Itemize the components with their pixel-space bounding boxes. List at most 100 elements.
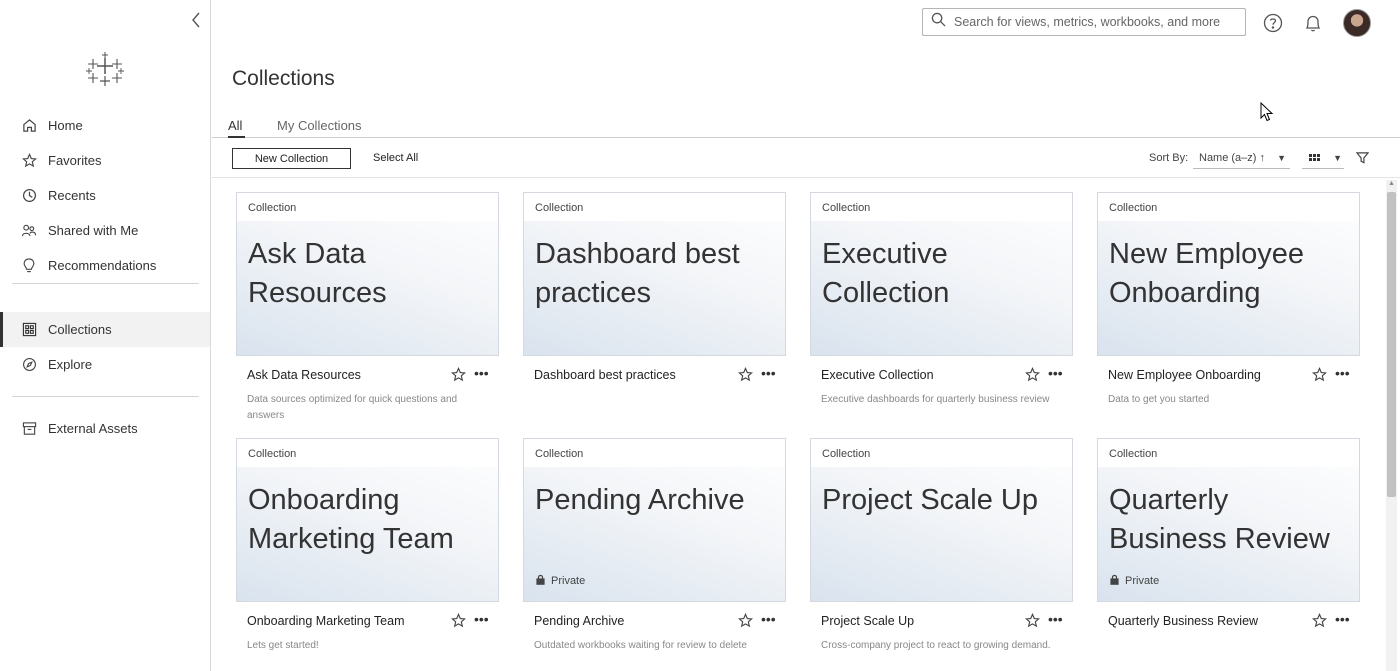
collection-thumbnail[interactable]: Collection Ask Data Resources bbox=[236, 192, 499, 356]
collection-card[interactable]: Collection Ask Data Resources Ask Data R… bbox=[236, 192, 499, 422]
item-type-label: Collection bbox=[1098, 193, 1359, 221]
thumbnail-title: Dashboard best practices bbox=[535, 238, 740, 309]
item-type-label: Collection bbox=[811, 193, 1072, 221]
sidebar-item-label: External Assets bbox=[48, 421, 138, 436]
sidebar-item-recents[interactable]: Recents bbox=[0, 178, 210, 213]
collection-card[interactable]: Collection Quarterly Business Review Pri… bbox=[1097, 438, 1360, 668]
scroll-up-arrow-icon[interactable]: ▲ bbox=[1388, 180, 1395, 187]
lock-icon bbox=[1110, 574, 1119, 588]
item-type-label: Collection bbox=[1098, 439, 1359, 467]
collection-thumbnail[interactable]: Collection Project Scale Up bbox=[810, 438, 1073, 602]
users-icon bbox=[21, 223, 37, 239]
sort-value: Name (a–z) ↑ bbox=[1199, 152, 1266, 164]
more-actions-icon[interactable]: ••• bbox=[474, 612, 489, 626]
collection-name[interactable]: Dashboard best practices bbox=[534, 368, 676, 382]
sidebar-item-label: Explore bbox=[48, 357, 93, 372]
private-label: Private bbox=[1125, 575, 1160, 587]
more-actions-icon[interactable]: ••• bbox=[1335, 612, 1350, 626]
sidebar-item-recommendations[interactable]: Recommendations bbox=[0, 248, 210, 283]
collection-thumbnail[interactable]: Collection Executive Collection bbox=[810, 192, 1073, 356]
collection-card[interactable]: Collection Pending Archive Private Pendi… bbox=[523, 438, 786, 668]
tableau-logo[interactable] bbox=[86, 52, 124, 88]
favorite-star-icon[interactable] bbox=[450, 612, 467, 629]
thumbnail-title: Onboarding Marketing Team bbox=[248, 484, 454, 555]
collection-thumbnail[interactable]: Collection Quarterly Business Review Pri… bbox=[1097, 438, 1360, 602]
collection-tabs: All My Collections bbox=[212, 112, 1400, 138]
thumbnail-title: New Employee Onboarding bbox=[1109, 238, 1305, 309]
sort-label: Sort By: bbox=[1149, 152, 1189, 164]
collection-name[interactable]: New Employee Onboarding bbox=[1108, 368, 1261, 382]
tab-my-collections[interactable]: My Collections bbox=[277, 118, 362, 138]
notifications-bell-icon[interactable] bbox=[1302, 12, 1324, 34]
favorite-star-icon[interactable] bbox=[450, 366, 467, 383]
collection-name[interactable]: Project Scale Up bbox=[821, 614, 914, 628]
item-type-label: Collection bbox=[237, 193, 498, 221]
more-actions-icon[interactable]: ••• bbox=[1048, 612, 1063, 626]
favorite-star-icon[interactable] bbox=[737, 612, 754, 629]
item-type-label: Collection bbox=[524, 193, 785, 221]
collection-thumbnail[interactable]: Collection Dashboard best practices bbox=[523, 192, 786, 356]
collection-name[interactable]: Ask Data Resources bbox=[247, 368, 361, 382]
archive-icon bbox=[21, 421, 37, 437]
private-label: Private bbox=[551, 575, 586, 587]
collection-description: Lets get started! bbox=[247, 640, 319, 651]
vertical-scrollbar[interactable]: ▲ bbox=[1386, 180, 1397, 671]
chevron-down-icon: ▼ bbox=[1333, 153, 1342, 163]
sidebar-item-favorites[interactable]: Favorites bbox=[0, 143, 210, 178]
sidebar-item-label: Shared with Me bbox=[48, 223, 139, 238]
mouse-cursor-icon bbox=[1260, 101, 1274, 122]
toolbar: New Collection Select All Sort By: Name … bbox=[212, 140, 1400, 178]
select-all-button[interactable]: Select All bbox=[373, 152, 418, 164]
collection-name[interactable]: Onboarding Marketing Team bbox=[247, 614, 405, 628]
help-icon[interactable] bbox=[1262, 12, 1284, 34]
nav-divider bbox=[12, 283, 199, 284]
sidebar: Home Favorites Recents Shared with Me Re… bbox=[0, 0, 211, 671]
tab-all[interactable]: All bbox=[228, 118, 245, 138]
view-mode-dropdown[interactable]: ▼ bbox=[1302, 148, 1344, 169]
more-actions-icon[interactable]: ••• bbox=[1335, 366, 1350, 380]
filter-icon[interactable] bbox=[1355, 151, 1372, 167]
favorite-star-icon[interactable] bbox=[737, 366, 754, 383]
collection-name[interactable]: Quarterly Business Review bbox=[1108, 614, 1258, 628]
favorite-star-icon[interactable] bbox=[1311, 612, 1328, 629]
collection-name[interactable]: Pending Archive bbox=[534, 614, 624, 628]
more-actions-icon[interactable]: ••• bbox=[1048, 366, 1063, 380]
sidebar-item-label: Recommendations bbox=[48, 258, 157, 273]
lock-icon bbox=[536, 574, 545, 588]
collection-description: Executive dashboards for quarterly busin… bbox=[821, 394, 1050, 405]
clock-icon bbox=[21, 188, 37, 204]
collection-card[interactable]: Collection Project Scale Up Project Scal… bbox=[810, 438, 1073, 668]
search-input[interactable] bbox=[954, 15, 1239, 29]
sidebar-item-external-assets[interactable]: External Assets bbox=[0, 411, 210, 446]
collection-card[interactable]: Collection Dashboard best practices Dash… bbox=[523, 192, 786, 422]
sort-dropdown[interactable]: Name (a–z) ↑ ▼ bbox=[1193, 148, 1290, 169]
favorite-star-icon[interactable] bbox=[1024, 612, 1041, 629]
sidebar-item-shared-with-me[interactable]: Shared with Me bbox=[0, 213, 210, 248]
collection-card[interactable]: Collection Executive Collection Executiv… bbox=[810, 192, 1073, 422]
more-actions-icon[interactable]: ••• bbox=[761, 612, 776, 626]
collection-thumbnail[interactable]: Collection New Employee Onboarding bbox=[1097, 192, 1360, 356]
user-avatar[interactable] bbox=[1343, 9, 1371, 37]
more-actions-icon[interactable]: ••• bbox=[474, 366, 489, 380]
nav-divider bbox=[12, 396, 199, 397]
more-actions-icon[interactable]: ••• bbox=[761, 366, 776, 380]
favorite-star-icon[interactable] bbox=[1311, 366, 1328, 383]
sidebar-item-home[interactable]: Home bbox=[0, 108, 210, 143]
sidebar-item-explore[interactable]: Explore bbox=[0, 347, 210, 382]
collection-thumbnail[interactable]: Collection Onboarding Marketing Team bbox=[236, 438, 499, 602]
collapse-sidebar-icon[interactable] bbox=[188, 12, 204, 32]
primary-nav: Home Favorites Recents Shared with Me Re… bbox=[0, 108, 210, 283]
collection-card[interactable]: Collection New Employee Onboarding New E… bbox=[1097, 192, 1360, 422]
thumbnail-title: Pending Archive bbox=[535, 484, 745, 516]
new-collection-button[interactable]: New Collection bbox=[232, 148, 351, 169]
collection-thumbnail[interactable]: Collection Pending Archive Private bbox=[523, 438, 786, 602]
collection-name[interactable]: Executive Collection bbox=[821, 368, 934, 382]
global-search[interactable] bbox=[922, 8, 1246, 36]
favorite-star-icon[interactable] bbox=[1024, 366, 1041, 383]
sidebar-item-label: Recents bbox=[48, 188, 96, 203]
scrollbar-thumb[interactable] bbox=[1387, 192, 1396, 497]
search-icon bbox=[931, 12, 946, 32]
collection-card[interactable]: Collection Onboarding Marketing Team Onb… bbox=[236, 438, 499, 668]
grid-view-icon bbox=[1309, 152, 1320, 170]
sidebar-item-collections[interactable]: Collections bbox=[0, 312, 210, 347]
